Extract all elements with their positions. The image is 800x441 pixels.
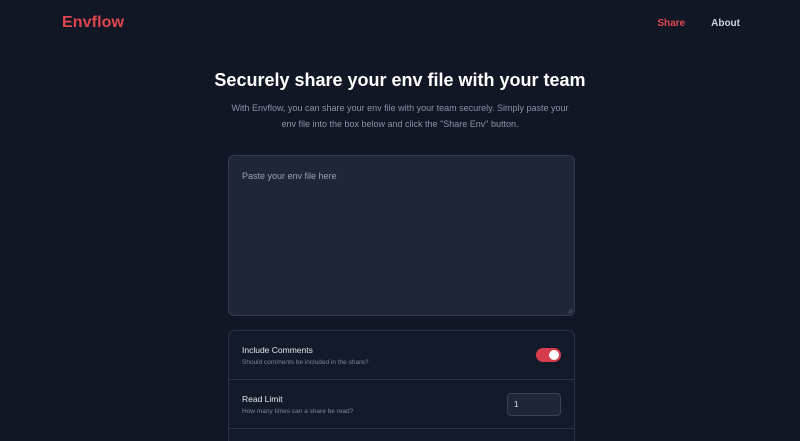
nav-link-share[interactable]: Share [657,18,685,29]
share-options-panel: Include Comments Should comments be incl… [228,330,575,441]
toggle-knob [549,350,559,360]
option-description: How many times can a share be read? [242,408,354,415]
page-title: Securely share your env file with your t… [214,70,586,90]
page-description: With Envflow, you can share your env fil… [231,103,569,129]
main-nav: Share About [657,18,740,29]
resize-handle-icon[interactable] [567,308,573,314]
brand-logo[interactable]: Envflow [62,14,124,32]
env-file-textarea[interactable] [228,155,575,316]
option-read-limit: Read Limit How many times can a share be… [229,380,574,429]
option-title: Include Comments [242,345,313,355]
top-navbar: Envflow Share About [0,0,800,46]
option-include-comments: Include Comments Should comments be incl… [229,331,574,380]
option-title: Read Limit [242,394,283,404]
nav-link-about[interactable]: About [711,18,740,29]
page: Envflow Share About Securely share your … [0,0,800,441]
include-comments-toggle[interactable] [536,348,561,362]
option-description: Should comments be included in the share… [242,359,369,366]
read-limit-input[interactable] [507,393,561,416]
